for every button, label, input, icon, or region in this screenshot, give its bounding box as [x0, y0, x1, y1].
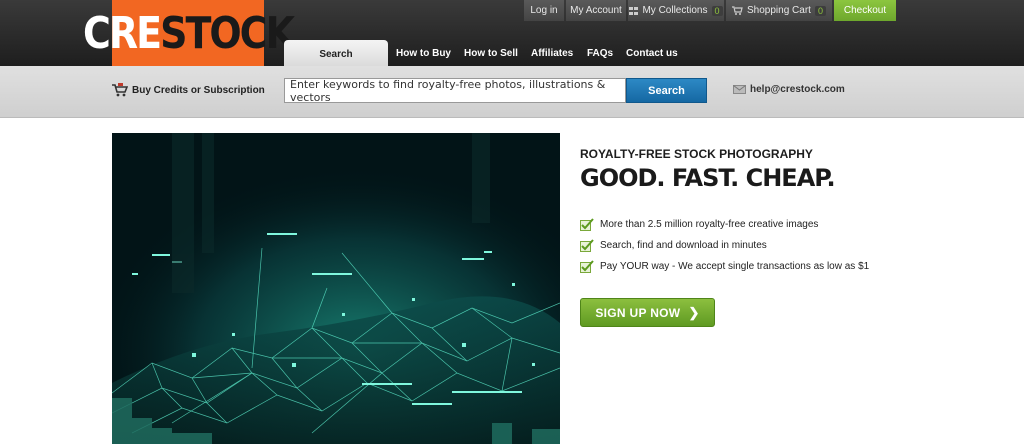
crestock-logo[interactable]: CRESTOCK	[83, 0, 295, 66]
envelope-icon	[733, 84, 746, 94]
collections-icon	[629, 6, 639, 15]
hero-tagline: ROYALTY-FREE STOCK PHOTOGRAPHY	[580, 147, 813, 161]
cart-count: 0	[814, 5, 826, 16]
nav-faqs[interactable]: FAQs	[587, 40, 613, 66]
search-input[interactable]: Enter keywords to find royalty-free phot…	[284, 78, 626, 104]
my-account-link[interactable]: My Account	[566, 0, 626, 21]
buy-credits-link[interactable]: Buy Credits or Subscription	[112, 81, 265, 99]
tab-search[interactable]: Search	[284, 40, 388, 68]
nav-how-to-buy[interactable]: How to Buy	[396, 40, 451, 66]
feature-list: More than 2.5 million royalty-free creat…	[580, 214, 869, 277]
feature-item: Pay YOUR way - We accept single transact…	[580, 256, 869, 277]
hero-headline: GOOD. FAST. CHEAP.	[580, 164, 836, 192]
checkmark-icon	[580, 239, 594, 252]
my-collections-link[interactable]: My Collections 0	[628, 0, 724, 21]
nav-contact-us[interactable]: Contact us	[626, 40, 678, 66]
checkmark-icon	[580, 218, 594, 231]
cart-icon	[112, 83, 128, 97]
feature-item: Search, find and download in minutes	[580, 235, 869, 256]
help-email-link[interactable]: help@crestock.com	[733, 82, 845, 96]
collections-count: 0	[711, 5, 723, 16]
checkout-button[interactable]: Checkout	[834, 0, 896, 21]
shopping-cart-link[interactable]: Shopping Cart 0	[726, 0, 832, 21]
feature-item: More than 2.5 million royalty-free creat…	[580, 214, 869, 235]
cart-icon	[732, 6, 743, 15]
nav-how-to-sell[interactable]: How to Sell	[464, 40, 518, 66]
logo-text: CRESTOCK	[82, 7, 295, 59]
hero-image	[112, 133, 560, 444]
search-button[interactable]: Search	[626, 78, 707, 103]
sign-up-button[interactable]: SIGN UP NOW ❯	[580, 298, 715, 327]
checkmark-icon	[580, 260, 594, 273]
nav-affiliates[interactable]: Affiliates	[531, 40, 573, 66]
chevron-right-icon: ❯	[688, 304, 700, 320]
login-link[interactable]: Log in	[524, 0, 564, 21]
